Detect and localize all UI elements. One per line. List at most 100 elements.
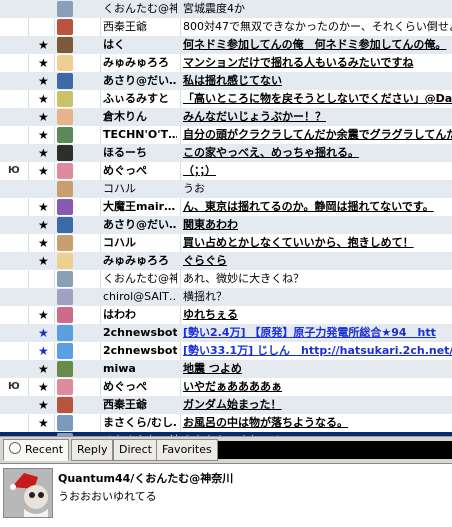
tweet-row[interactable]: ★ 西秦王爺 ガンダム始まった！ — [0, 396, 452, 414]
tweet-row[interactable]: ★ TECHN'O'T… 自分の頭がクラクラしてんだか余震でグラグラしてんだ — [0, 126, 452, 144]
avatar[interactable] — [57, 55, 73, 71]
tweet-row[interactable]: ★ miwa 地震 つよめ — [0, 360, 452, 378]
tweet-row[interactable]: Ю ★ めぐっぺ いやだぁああああぁ — [0, 378, 452, 396]
tweet-user-name[interactable]: 倉木りん — [103, 108, 177, 126]
avatar[interactable] — [57, 289, 73, 305]
avatar[interactable] — [57, 379, 73, 395]
tweet-row[interactable]: ★ 2chnewsbot [勢い2.4万] 【原発】原子力発電所総合★94 htt — [0, 324, 452, 342]
avatar[interactable] — [57, 217, 73, 233]
favorite-star-icon[interactable]: ★ — [38, 198, 52, 216]
favorite-star-icon[interactable]: ★ — [38, 324, 52, 342]
favorite-star-icon[interactable]: ★ — [38, 162, 52, 180]
tweet-user-name[interactable]: 西秦王爺 — [103, 18, 177, 36]
tweet-user-name[interactable]: はわわ — [103, 306, 177, 324]
avatar[interactable] — [57, 145, 73, 161]
tweet-row[interactable]: ★ はく 何ネドミ参加してんの俺 何ネドミ参加してんの俺。 — [0, 36, 452, 54]
avatar[interactable] — [57, 109, 73, 125]
favorite-star-icon[interactable]: ★ — [38, 378, 52, 396]
tweet-user-name[interactable]: ふぃるみすと — [103, 90, 177, 108]
tweet-row[interactable]: 西秦王爺 800対47で無双できなかったのかー、それくらい倒せよー — [0, 18, 452, 36]
tweet-row[interactable]: ★ はわわ ゆれちぇる — [0, 306, 452, 324]
tweet-row[interactable]: ★ あさり@だい… 私は揺れ感じてない — [0, 72, 452, 90]
avatar[interactable] — [57, 361, 73, 377]
favorite-star-icon[interactable]: ★ — [38, 252, 52, 270]
tweet-row[interactable]: くおんたむ@神… 宮城震度4か — [0, 0, 452, 18]
avatar[interactable] — [57, 181, 73, 197]
tweet-user-name[interactable]: 西秦王爺 — [103, 396, 177, 414]
avatar[interactable] — [57, 415, 73, 431]
avatar[interactable] — [57, 37, 73, 53]
tweet-user-name[interactable]: はく — [103, 36, 177, 54]
tweet-row[interactable]: ★ あさり@だい… 関東あわわ — [0, 216, 452, 234]
avatar[interactable] — [57, 1, 73, 17]
tweet-user-name[interactable]: ほるーち — [103, 144, 177, 162]
tweet-text: この家やっべえ、めっちゃ揺れる。 — [183, 146, 359, 159]
tweet-row[interactable]: chirol@SAIT… 横揺れ？ — [0, 288, 452, 306]
tweet-row[interactable]: ★ ほるーち この家やっべえ、めっちゃ揺れる。 — [0, 144, 452, 162]
tweet-row[interactable]: ★ ふぃるみすと 「高いところに物を戻そうとしないでください」@DateF — [0, 90, 452, 108]
avatar[interactable] — [57, 343, 73, 359]
tweet-user-name[interactable]: コハル — [103, 180, 177, 198]
avatar[interactable] — [57, 307, 73, 323]
tweet-user-name[interactable]: くおんたむ@神… — [103, 270, 177, 288]
tweet-user-name[interactable]: めぐっぺ — [103, 378, 177, 396]
tweet-user-name[interactable]: みゅみゅろろ — [103, 54, 177, 72]
avatar[interactable] — [57, 127, 73, 143]
favorite-star-icon[interactable]: ★ — [38, 306, 52, 324]
tweet-row[interactable]: ★ まさくら/むし… お風呂の中は物が落ちようなる。 — [0, 414, 452, 432]
tab-direct[interactable]: Direct — [113, 439, 158, 461]
tweet-user-name[interactable]: みゅみゅろろ — [103, 252, 177, 270]
tab-reply[interactable]: Reply — [71, 439, 114, 461]
avatar[interactable] — [57, 253, 73, 269]
favorite-star-icon[interactable]: ★ — [38, 234, 52, 252]
avatar[interactable] — [3, 468, 53, 518]
avatar[interactable] — [57, 91, 73, 107]
avatar[interactable] — [57, 19, 73, 35]
favorite-star-icon[interactable]: ★ — [38, 90, 52, 108]
tweet-row[interactable]: ★ 大魔王mair… ん、東京は揺れてるのか。静岡は揺れてないです。 — [0, 198, 452, 216]
avatar[interactable] — [57, 199, 73, 215]
favorite-star-icon[interactable]: ★ — [38, 360, 52, 378]
tweet-row[interactable]: ★ みゅみゅろろ マンションだけで揺れる人もいるみたいですね — [0, 54, 452, 72]
tweet-row[interactable]: Ю ★ めぐっぺ （；；） — [0, 162, 452, 180]
avatar[interactable] — [57, 397, 73, 413]
tweet-user-name[interactable]: くおんたむ@神… — [103, 0, 177, 18]
tweet-user-name[interactable]: あさり@だい… — [103, 216, 177, 234]
favorite-star-icon[interactable]: ★ — [38, 126, 52, 144]
avatar[interactable] — [57, 325, 73, 341]
tab-favorites[interactable]: Favorites — [156, 439, 218, 461]
favorite-star-icon[interactable]: ★ — [38, 108, 52, 126]
tweet-user-name[interactable]: TECHN'O'T… — [103, 126, 177, 144]
tweet-row[interactable]: コハル うお — [0, 180, 452, 198]
tweet-row[interactable]: ★ みゅみゅろろ ぐらぐら — [0, 252, 452, 270]
tab-recent[interactable]: Recent — [3, 439, 70, 461]
tweet-user-name[interactable]: あさり@だい… — [103, 72, 177, 90]
tweet-row[interactable]: ★ 倉木りん みんなだいじょうぶかー！？ — [0, 108, 452, 126]
tweet-row[interactable]: くおんたむ@神… あれ、微妙に大きくね？ — [0, 270, 452, 288]
avatar[interactable] — [57, 235, 73, 251]
timeline-list[interactable]: くおんたむ@神… 宮城震度4か西秦王爺 800対47で無双できなかったのかー、それく… — [0, 0, 452, 436]
avatar[interactable] — [57, 163, 73, 179]
tweet-row[interactable]: ★ コハル 買い占めとかしなくていいから、抱きしめて！ — [0, 234, 452, 252]
tweet-user-name[interactable]: 大魔王mair… — [103, 198, 177, 216]
favorite-star-icon[interactable]: ★ — [38, 216, 52, 234]
tweet-user-name[interactable]: 2chnewsbot — [103, 324, 177, 342]
favorite-star-icon[interactable]: ★ — [38, 414, 52, 432]
tweet-user-name[interactable]: miwa — [103, 360, 177, 378]
favorite-star-icon[interactable]: ★ — [38, 396, 52, 414]
favorite-star-icon[interactable]: ★ — [38, 54, 52, 72]
avatar[interactable] — [57, 271, 73, 287]
favorite-star-icon[interactable]: ★ — [38, 72, 52, 90]
favorite-star-icon[interactable]: ★ — [38, 342, 52, 360]
detail-user-name[interactable]: Quantum44/くおんたむ@神奈川 — [58, 470, 233, 486]
favorite-star-icon[interactable]: ★ — [38, 36, 52, 54]
tweet-user-name[interactable]: 2chnewsbot — [103, 342, 177, 360]
tweet-row[interactable]: ★ 2chnewsbot [勢い33.1万] じしん http://hatsukar… — [0, 342, 452, 360]
tweet-user-name[interactable]: まさくら/むし… — [103, 414, 177, 432]
tweet-text: マンションだけで揺れる人もいるみたいですね — [183, 56, 414, 69]
tweet-user-name[interactable]: めぐっぺ — [103, 162, 177, 180]
avatar[interactable] — [57, 73, 73, 89]
tweet-user-name[interactable]: コハル — [103, 234, 177, 252]
favorite-star-icon[interactable]: ★ — [38, 144, 52, 162]
tweet-user-name[interactable]: chirol@SAIT… — [103, 288, 177, 306]
